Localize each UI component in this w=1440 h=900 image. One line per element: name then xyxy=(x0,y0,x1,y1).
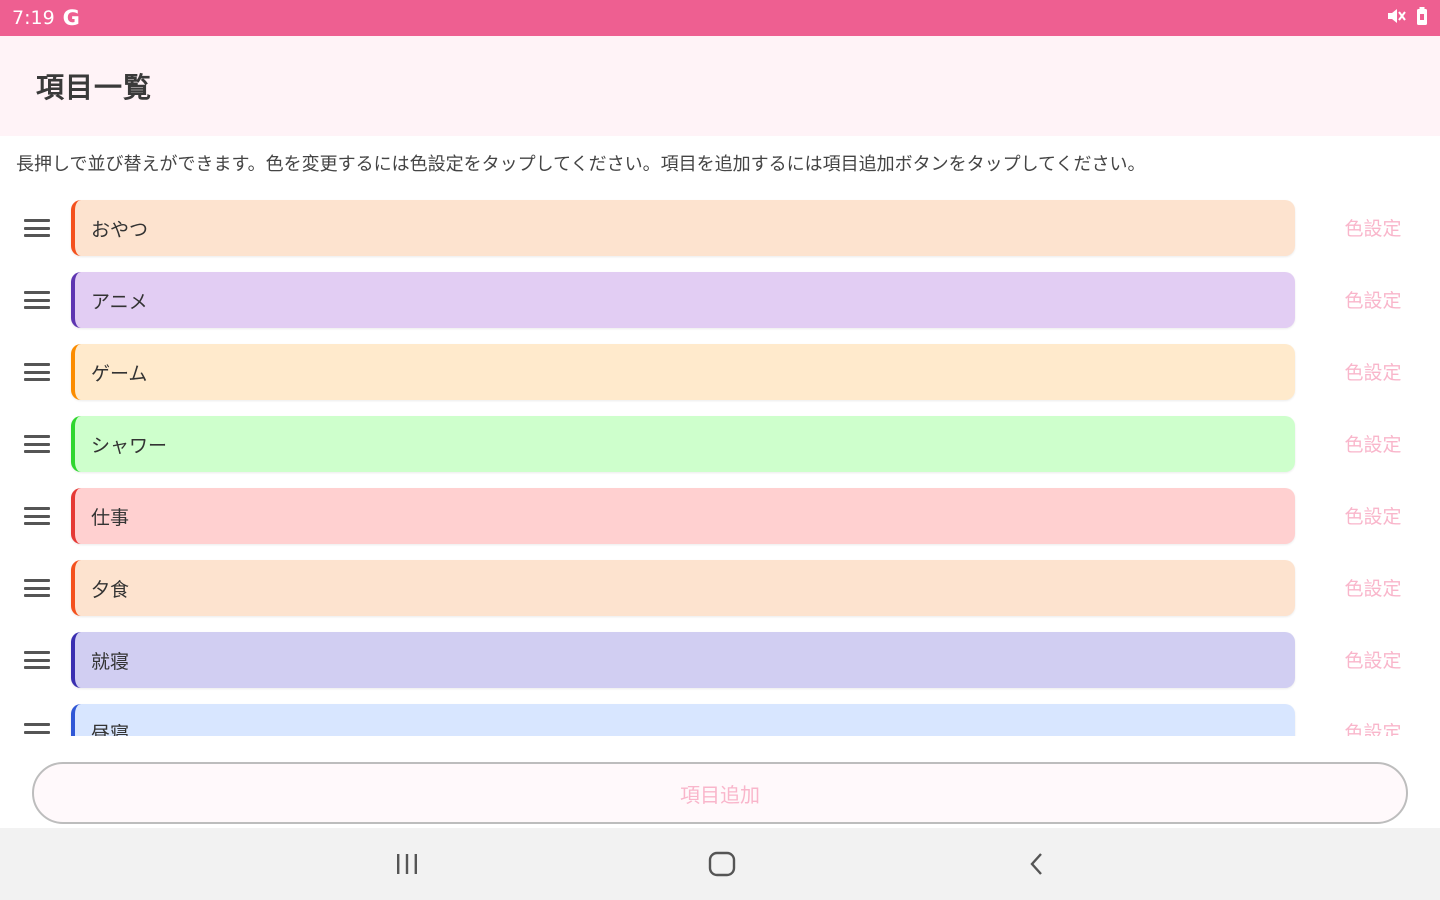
item-card[interactable]: 仕事 xyxy=(71,488,1295,544)
add-area: 項目追加 xyxy=(0,736,1440,828)
item-card[interactable]: シャワー xyxy=(71,416,1295,472)
drag-handle-icon[interactable] xyxy=(24,721,50,736)
drag-handle-icon[interactable] xyxy=(24,577,50,599)
navigation-bar xyxy=(0,828,1440,900)
instructions-text: 長押しで並び替えができます。色を変更するには色設定をタップしてください。項目を追… xyxy=(16,154,1146,175)
drag-handle-icon[interactable] xyxy=(24,217,50,239)
recents-icon[interactable] xyxy=(377,844,437,884)
item-card[interactable]: 昼寝 xyxy=(71,704,1295,736)
color-setting-button[interactable]: 色設定 xyxy=(1330,286,1416,314)
list-item[interactable]: ゲーム 色設定 xyxy=(0,342,1440,402)
item-card[interactable]: 夕食 xyxy=(71,560,1295,616)
add-item-button[interactable]: 項目追加 xyxy=(32,762,1408,824)
item-label: シャワー xyxy=(91,434,168,457)
list-item[interactable]: アニメ 色設定 xyxy=(0,270,1440,330)
drag-handle-icon[interactable] xyxy=(24,361,50,383)
color-setting-button[interactable]: 色設定 xyxy=(1330,646,1416,674)
list-item[interactable]: おやつ 色設定 xyxy=(0,198,1440,258)
color-setting-button[interactable]: 色設定 xyxy=(1330,502,1416,530)
battery-icon xyxy=(1416,7,1428,29)
status-right xyxy=(1386,7,1428,29)
item-card[interactable]: ゲーム xyxy=(71,344,1295,400)
home-icon[interactable] xyxy=(692,844,752,884)
drag-handle-icon[interactable] xyxy=(24,505,50,527)
item-label: 就寝 xyxy=(91,650,130,673)
app-bar: 項目一覧 xyxy=(0,36,1440,136)
item-label: 夕食 xyxy=(91,578,130,601)
item-card[interactable]: アニメ xyxy=(71,272,1295,328)
mute-icon xyxy=(1386,7,1406,29)
color-setting-button[interactable]: 色設定 xyxy=(1330,358,1416,386)
color-setting-button[interactable]: 色設定 xyxy=(1330,214,1416,242)
item-label: 昼寝 xyxy=(91,722,130,737)
google-icon: G xyxy=(62,6,80,30)
status-bar: 7:19 G xyxy=(0,0,1440,36)
item-list[interactable]: おやつ 色設定 アニメ 色設定 ゲーム 色設定 シャワー 色設定 仕事 色設定 夕食 色設定 就寝 色設定… xyxy=(0,190,1440,736)
color-setting-button[interactable]: 色設定 xyxy=(1330,574,1416,602)
list-item[interactable]: シャワー 色設定 xyxy=(0,414,1440,474)
list-item[interactable]: 夕食 色設定 xyxy=(0,558,1440,618)
color-setting-button[interactable]: 色設定 xyxy=(1330,430,1416,458)
drag-handle-icon[interactable] xyxy=(24,289,50,311)
list-item[interactable]: 仕事 色設定 xyxy=(0,486,1440,546)
item-label: ゲーム xyxy=(91,362,148,385)
item-label: 仕事 xyxy=(91,506,130,529)
back-icon[interactable] xyxy=(1007,844,1067,884)
status-left: 7:19 G xyxy=(12,6,80,30)
list-item[interactable]: 就寝 色設定 xyxy=(0,630,1440,690)
item-card[interactable]: 就寝 xyxy=(71,632,1295,688)
page-title: 項目一覧 xyxy=(36,71,153,104)
drag-handle-icon[interactable] xyxy=(24,433,50,455)
item-label: アニメ xyxy=(91,290,148,313)
list-item[interactable]: 昼寝 色設定 xyxy=(0,702,1440,736)
item-label: おやつ xyxy=(91,218,149,241)
status-time: 7:19 xyxy=(12,7,55,29)
item-card[interactable]: おやつ xyxy=(71,200,1295,256)
drag-handle-icon[interactable] xyxy=(24,649,50,671)
color-setting-button[interactable]: 色設定 xyxy=(1330,718,1416,736)
